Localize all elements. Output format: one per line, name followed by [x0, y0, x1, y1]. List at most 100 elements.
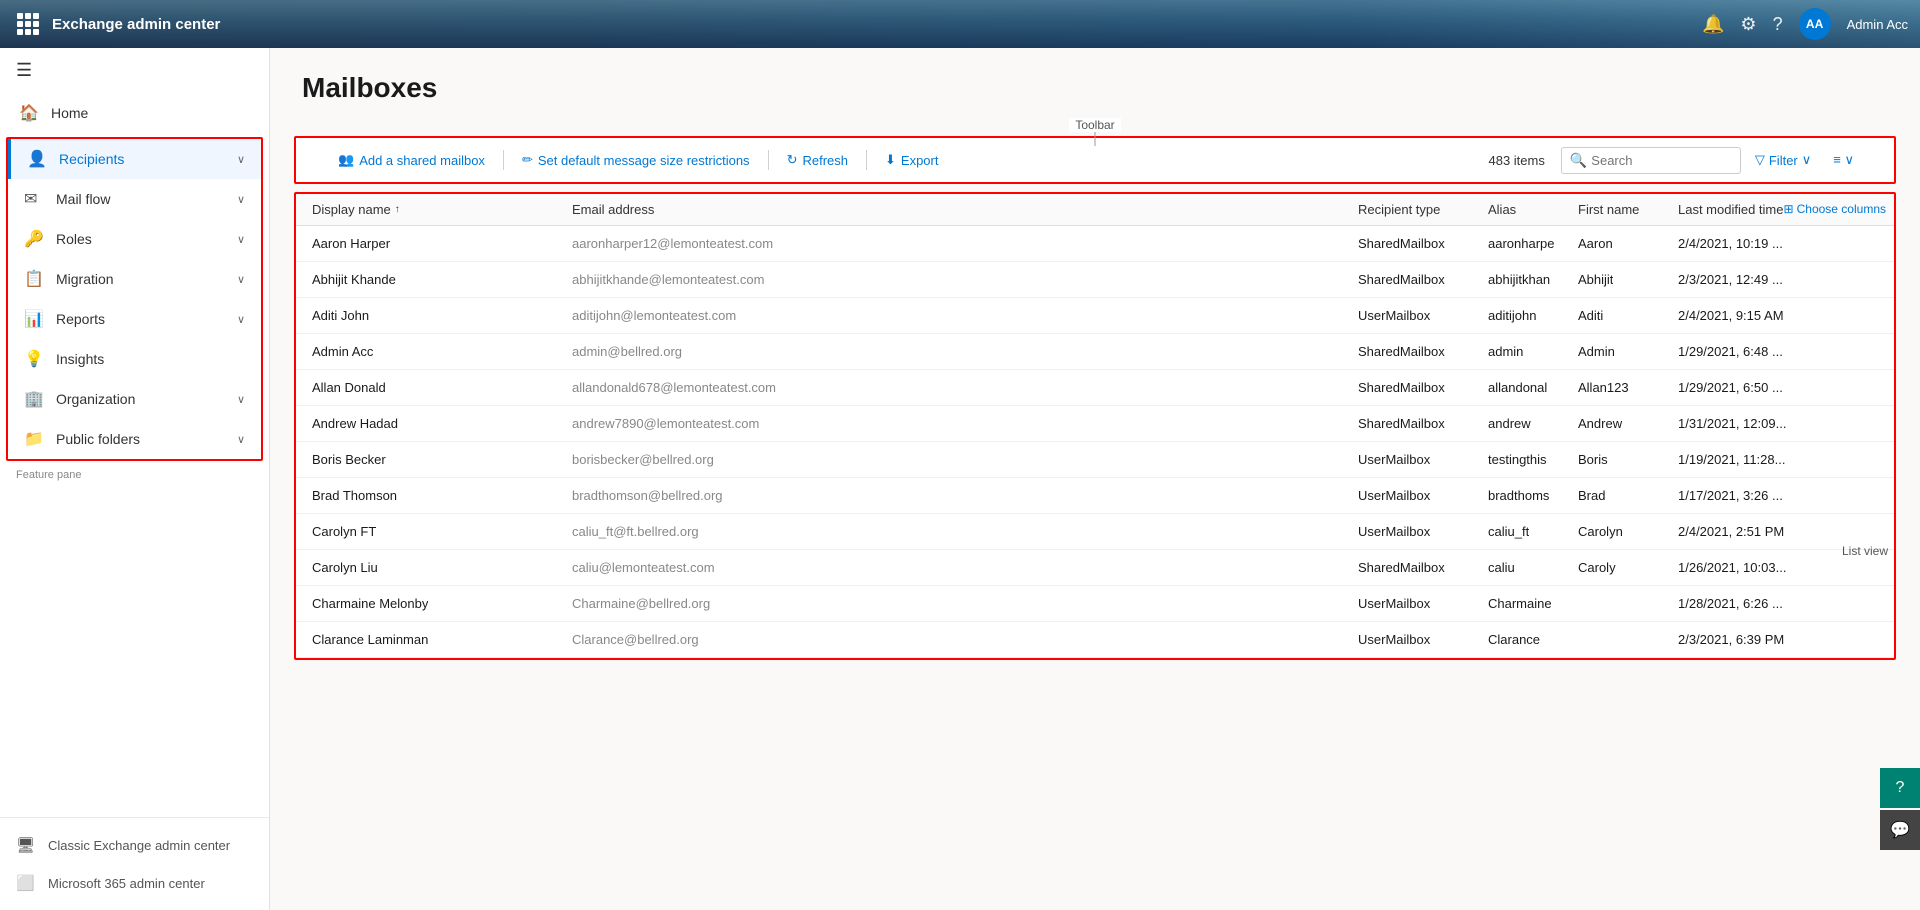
classic-exchange-icon: 🖥	[16, 836, 38, 854]
cell-first-name: Admin	[1578, 344, 1678, 359]
cell-first-name: Aditi	[1578, 308, 1678, 323]
sidebar-item-migration[interactable]: 📋 Migration ∨	[8, 259, 261, 299]
help-panel-button[interactable]: ?	[1880, 768, 1920, 808]
sidebar-toggle[interactable]: ☰	[0, 48, 269, 93]
cell-type: UserMailbox	[1358, 452, 1488, 467]
table-row[interactable]: Allan Donald allandonald678@lemonteatest…	[296, 370, 1894, 406]
col-alias[interactable]: Alias	[1488, 202, 1578, 217]
sidebar-item-home-label: Home	[51, 105, 253, 121]
sort-icon: ≡	[1833, 152, 1841, 167]
cell-actions	[1848, 308, 1878, 323]
table-row[interactable]: Andrew Hadad andrew7890@lemonteatest.com…	[296, 406, 1894, 442]
col-email[interactable]: Email address	[572, 202, 1358, 217]
col-recipient-type[interactable]: Recipient type	[1358, 202, 1488, 217]
search-box[interactable]: 🔍	[1561, 147, 1741, 174]
cell-first-name: Caroly	[1578, 560, 1678, 575]
cell-display-name: Carolyn Liu	[312, 560, 572, 575]
filter-icon: ▽	[1755, 152, 1765, 168]
sidebar-item-home[interactable]: 🏠 Home	[0, 93, 269, 133]
cell-modified: 1/28/2021, 6:26 ...	[1678, 596, 1848, 611]
table-row[interactable]: Aditi John aditijohn@lemonteatest.com Us…	[296, 298, 1894, 334]
refresh-icon: ↻	[787, 152, 798, 168]
refresh-button[interactable]: ↻ Refresh	[777, 146, 858, 174]
sidebar-item-organization-label: Organization	[56, 391, 237, 407]
cell-actions	[1848, 596, 1878, 611]
sidebar-item-m365[interactable]: ⬜ Microsoft 365 admin center	[0, 864, 269, 902]
cell-modified: 1/31/2021, 12:09...	[1678, 416, 1848, 431]
cell-display-name: Abhijit Khande	[312, 272, 572, 287]
page-header: Mailboxes	[270, 48, 1920, 116]
cell-type: UserMailbox	[1358, 308, 1488, 323]
settings-icon[interactable]: ⚙	[1740, 14, 1756, 35]
user-initials: AA	[1806, 17, 1823, 31]
cell-display-name: Allan Donald	[312, 380, 572, 395]
filter-chevron-icon: ∨	[1802, 152, 1812, 168]
cell-modified: 2/3/2021, 12:49 ...	[1678, 272, 1848, 287]
search-input[interactable]	[1591, 153, 1731, 168]
table-row[interactable]: Charmaine Melonby Charmaine@bellred.org …	[296, 586, 1894, 622]
migration-icon: 📋	[24, 269, 46, 289]
sidebar-item-migration-label: Migration	[56, 271, 237, 287]
set-default-button[interactable]: ✏ Set default message size restrictions	[512, 146, 760, 174]
bell-icon[interactable]: 🔔	[1702, 14, 1724, 35]
reports-icon: 📊	[24, 309, 46, 329]
toolbar-label: Toolbar	[1069, 118, 1120, 132]
export-button[interactable]: ⬇ Export	[875, 146, 948, 174]
cell-first-name: Allan123	[1578, 380, 1678, 395]
table-row[interactable]: Admin Acc admin@bellred.org SharedMailbo…	[296, 334, 1894, 370]
sidebar-item-reports[interactable]: 📊 Reports ∨	[8, 299, 261, 339]
cell-display-name: Charmaine Melonby	[312, 596, 572, 611]
sort-button[interactable]: ≡ ∨	[1825, 148, 1862, 172]
table-row[interactable]: Brad Thomson bradthomson@bellred.org Use…	[296, 478, 1894, 514]
toolbar-separator-1	[503, 150, 504, 170]
mail-flow-chevron: ∨	[237, 193, 245, 206]
table-row[interactable]: Carolyn Liu caliu@lemonteatest.com Share…	[296, 550, 1894, 586]
cell-actions	[1848, 236, 1878, 251]
col-first-name[interactable]: First name	[1578, 202, 1678, 217]
cell-first-name: Abhijit	[1578, 272, 1678, 287]
cell-email: borisbecker@bellred.org	[572, 452, 1358, 467]
recipients-icon: 👤	[27, 149, 49, 169]
choose-columns-button[interactable]: ⊞ Choose columns	[1784, 202, 1886, 216]
waffle-menu[interactable]	[12, 8, 44, 40]
cell-display-name: Carolyn FT	[312, 524, 572, 539]
feature-pane-label: Feature pane	[0, 465, 269, 483]
nav-section-outline: 👤 Recipients ∨ ✉ Mail flow ∨ 🔑 Roles ∨ 📋…	[6, 137, 263, 461]
sidebar-item-organization[interactable]: 🏢 Organization ∨	[8, 379, 261, 419]
search-icon: 🔍	[1570, 152, 1587, 169]
col-display-name[interactable]: Display name ↑	[312, 202, 572, 217]
page-title: Mailboxes	[302, 72, 1888, 104]
table-row[interactable]: Clarance Laminman Clarance@bellred.org U…	[296, 622, 1894, 658]
toolbar-separator-2	[768, 150, 769, 170]
toolbar-separator-3	[866, 150, 867, 170]
cell-modified: 1/29/2021, 6:48 ...	[1678, 344, 1848, 359]
migration-chevron: ∨	[237, 273, 245, 286]
user-avatar[interactable]: AA	[1799, 8, 1831, 40]
sort-asc-icon: ↑	[395, 204, 400, 215]
sidebar-item-insights[interactable]: 💡 Insights	[8, 339, 261, 379]
organization-icon: 🏢	[24, 389, 46, 409]
help-icon[interactable]: ?	[1773, 14, 1783, 35]
insights-icon: 💡	[24, 349, 46, 369]
cell-actions	[1848, 488, 1878, 503]
col-email-label: Email address	[572, 202, 654, 217]
table-row[interactable]: Carolyn FT caliu_ft@ft.bellred.org UserM…	[296, 514, 1894, 550]
sidebar-item-public-folders[interactable]: 📁 Public folders ∨	[8, 419, 261, 459]
sidebar-item-mail-flow[interactable]: ✉ Mail flow ∨	[8, 179, 261, 219]
table-row[interactable]: Boris Becker borisbecker@bellred.org Use…	[296, 442, 1894, 478]
table-row[interactable]: Aaron Harper aaronharper12@lemonteatest.…	[296, 226, 1894, 262]
sidebar-item-roles[interactable]: 🔑 Roles ∨	[8, 219, 261, 259]
sidebar-item-classic-exchange[interactable]: 🖥 Classic Exchange admin center	[0, 826, 269, 864]
add-shared-mailbox-button[interactable]: 👥 Add a shared mailbox	[328, 146, 495, 174]
cell-first-name: Brad	[1578, 488, 1678, 503]
cell-modified: 1/19/2021, 11:28...	[1678, 452, 1848, 467]
col-first-name-label: First name	[1578, 202, 1639, 217]
table-rows: Aaron Harper aaronharper12@lemonteatest.…	[296, 226, 1894, 658]
filter-button[interactable]: ▽ Filter ∨	[1745, 148, 1821, 172]
sidebar: ☰ 🏠 Home 👤 Recipients ∨ ✉ Mail flow ∨ 🔑	[0, 48, 270, 910]
table-row[interactable]: Abhijit Khande abhijitkhande@lemonteates…	[296, 262, 1894, 298]
chat-button[interactable]: 💬	[1880, 810, 1920, 850]
sidebar-item-recipients[interactable]: 👤 Recipients ∨	[8, 139, 261, 179]
cell-type: UserMailbox	[1358, 596, 1488, 611]
cell-alias: testingthis	[1488, 452, 1578, 467]
